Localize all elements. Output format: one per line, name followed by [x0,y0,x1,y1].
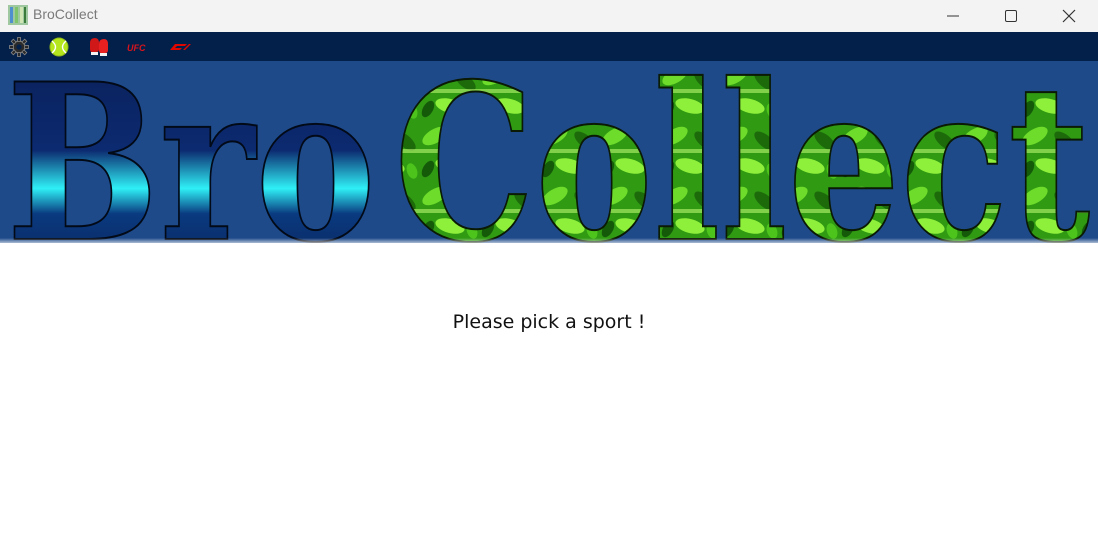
settings-button[interactable] [8,36,30,58]
banner-bro-text: Bro [6,61,376,243]
pick-sport-message: Please pick a sport ! [452,311,646,333]
banner-collect-text: Collect [394,61,1090,243]
ufc-button[interactable]: UFC [126,36,152,58]
tennis-ball-icon [49,37,69,57]
minimize-button[interactable] [924,0,982,32]
boxing-gloves-icon [90,38,108,56]
brand-logo: Bro Collect [5,61,1091,243]
gear-icon [9,37,29,57]
f1-logo-icon [170,44,191,50]
title-bar: BroCollect [0,0,1098,32]
maximize-icon [1005,10,1017,22]
window-title: BroCollect [33,6,98,22]
maximize-button[interactable] [982,0,1040,32]
close-icon [1062,9,1076,23]
close-button[interactable] [1040,0,1098,32]
ufc-logo-icon: UFC [127,43,146,53]
minimize-icon [947,15,959,17]
boxing-button[interactable] [88,36,110,58]
tennis-button[interactable] [48,36,70,58]
f1-button[interactable] [166,36,192,58]
sport-toolbar: UFC [0,32,1098,61]
svg-text:UFC: UFC [127,43,146,53]
brand-banner: Bro Collect [0,61,1098,243]
main-content: Please pick a sport ! [0,243,1098,546]
app-icon [8,5,28,25]
